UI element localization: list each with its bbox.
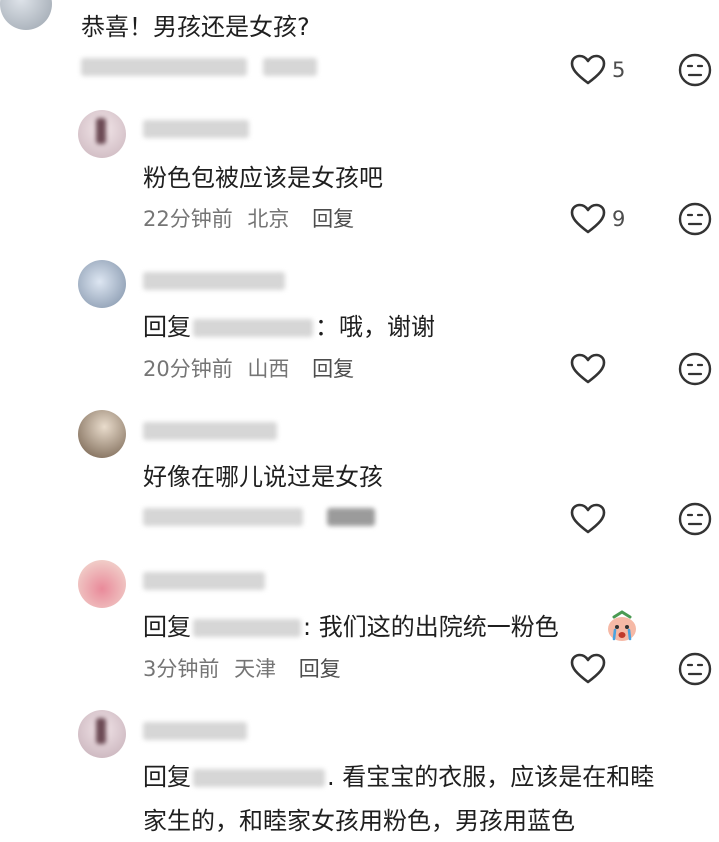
reply-button[interactable]: 回复 [312, 357, 354, 381]
comment-location: 北京 [247, 207, 290, 231]
username-obscured [143, 572, 265, 590]
dislike-button[interactable] [678, 53, 712, 87]
like-button[interactable] [570, 503, 606, 535]
neutral-face-icon [678, 53, 712, 87]
comment-meta-obscured [143, 508, 303, 526]
comment-meta: 3分钟前 天津 回复 [143, 656, 341, 682]
comment-meta: 22分钟前 北京 回复 [143, 206, 354, 232]
avatar[interactable] [0, 0, 52, 30]
like-button[interactable] [570, 653, 606, 685]
mention-obscured [193, 619, 301, 637]
comment-time: 22分钟前 [143, 207, 233, 231]
heart-outline-icon [570, 353, 606, 384]
username-obscured [143, 722, 247, 740]
reply-button-obscured[interactable] [327, 508, 375, 526]
reply-button[interactable]: 回复 [312, 207, 354, 231]
comment-body: ：哦，谢谢 [315, 313, 435, 341]
dislike-button[interactable] [678, 202, 712, 236]
dislike-button[interactable] [678, 652, 712, 686]
comment-text: 好像在哪儿说过是女孩 [143, 463, 383, 491]
avatar[interactable] [78, 410, 126, 458]
like-button[interactable] [570, 203, 606, 235]
dislike-button[interactable] [678, 352, 712, 386]
reply-prefix: 回复 [143, 613, 191, 641]
mention-obscured [193, 319, 313, 337]
comment-text: 恭喜！男孩还是女孩? [81, 13, 310, 41]
username-obscured [143, 272, 285, 290]
comment-location: 山西 [247, 357, 290, 381]
crying-emoji-icon [604, 608, 640, 644]
neutral-face-icon [678, 502, 712, 536]
like-button[interactable] [570, 54, 606, 86]
reply-button[interactable]: 回复 [299, 657, 341, 681]
avatar[interactable] [78, 110, 126, 158]
heart-outline-icon [570, 503, 606, 534]
comment-time: 20分钟前 [143, 357, 233, 381]
comment-meta-obscured [263, 58, 317, 76]
heart-outline-icon [570, 54, 606, 85]
avatar[interactable] [78, 260, 126, 308]
reply-prefix: 回复 [143, 763, 191, 791]
neutral-face-icon [678, 352, 712, 386]
comment-text: 回复 . 看宝宝的衣服，应该是在和睦 [143, 762, 654, 792]
comment-time: 3分钟前 [143, 657, 220, 681]
avatar[interactable] [78, 710, 126, 758]
avatar[interactable] [78, 560, 126, 608]
mention-obscured [193, 769, 325, 787]
comment-body: : 我们这的出院统一粉色 [303, 613, 559, 641]
comment-meta: 20分钟前 山西 回复 [143, 356, 354, 382]
like-button[interactable] [570, 353, 606, 385]
comment-text: 回复 ：哦，谢谢 [143, 312, 435, 342]
username-obscured [143, 422, 277, 440]
like-count: 9 [612, 207, 626, 231]
neutral-face-icon [678, 652, 712, 686]
heart-outline-icon [570, 653, 606, 684]
comment-text: 回复 : 我们这的出院统一粉色 [143, 612, 559, 642]
username-obscured [143, 120, 249, 138]
neutral-face-icon [678, 202, 712, 236]
reply-prefix: 回复 [143, 313, 191, 341]
comment-body-line1: . 看宝宝的衣服，应该是在和睦 [327, 763, 655, 791]
like-count: 5 [612, 58, 626, 82]
comment-body-line2: 家生的，和睦家女孩用粉色，男孩用蓝色 [143, 807, 575, 835]
comment-meta-obscured [81, 58, 247, 76]
heart-outline-icon [570, 203, 606, 234]
comment-location: 天津 [234, 657, 277, 681]
dislike-button[interactable] [678, 502, 712, 536]
comment-text: 粉色包被应该是女孩吧 [143, 164, 383, 192]
